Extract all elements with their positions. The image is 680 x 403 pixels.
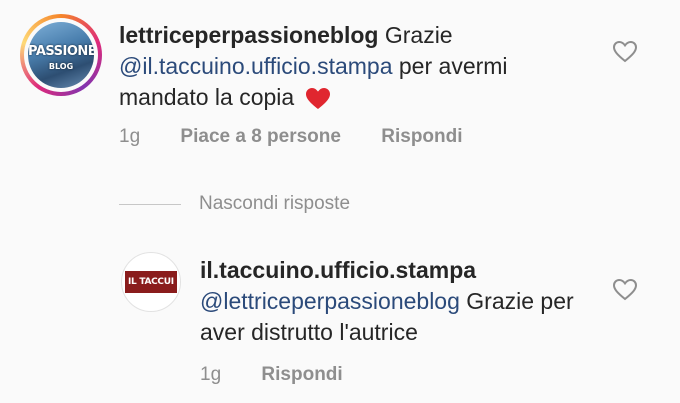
reply-reply-button[interactable]: Rispondi — [261, 364, 342, 385]
reply-meta: 1g Rispondi — [200, 364, 378, 386]
reply-timestamp: 1g — [200, 364, 222, 385]
heart-outline-icon[interactable] — [612, 278, 638, 302]
reply-username[interactable]: il.taccuino.ufficio.stampa — [200, 257, 476, 283]
reply-mention[interactable]: @lettriceperpassioneblog — [200, 288, 460, 314]
reply-body: il.taccuino.ufficio.stampa @lettriceperp… — [200, 255, 620, 348]
reply-comment: il.taccuino.ufficio.stampa @lettriceperp… — [0, 0, 680, 403]
